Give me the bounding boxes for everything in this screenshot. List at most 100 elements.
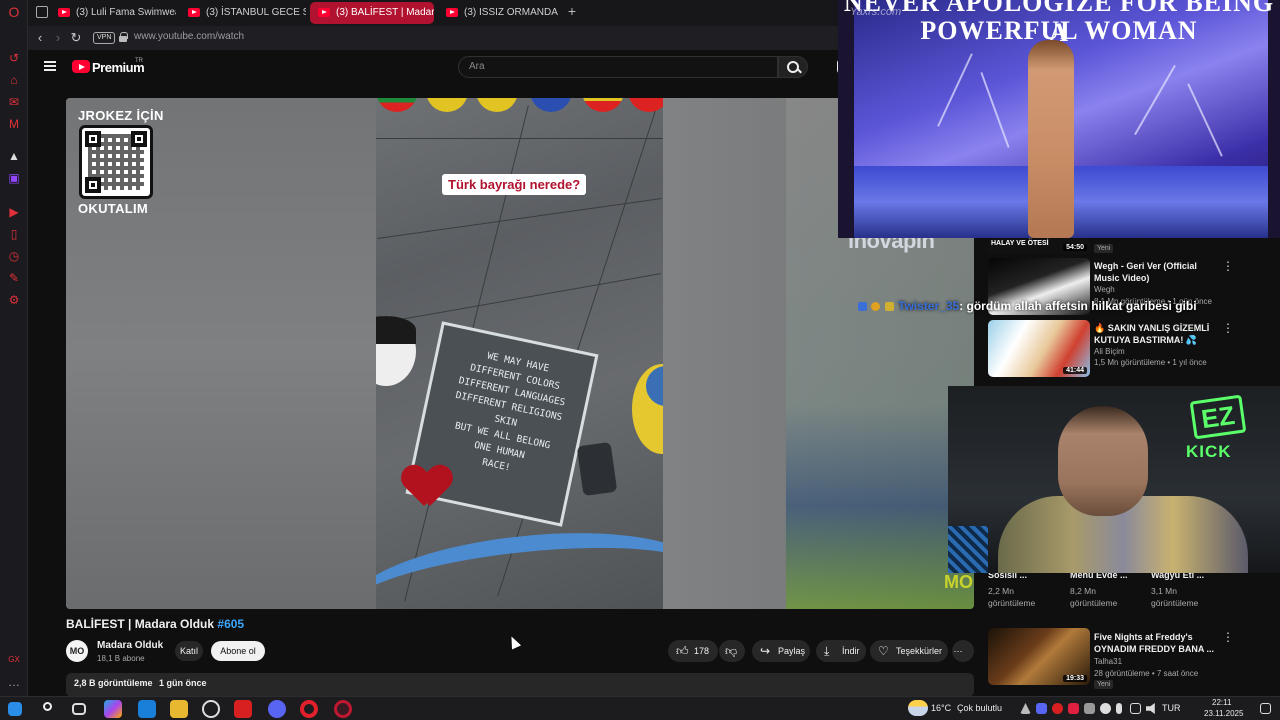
opera-logo-icon[interactable]: O: [6, 4, 22, 20]
suggestion-title[interactable]: 🔥 SAKIN YANLIŞ GİZEMLİ KUTUYA BASTIRMA! …: [1094, 322, 1214, 346]
suggestion-title[interactable]: Wegh - Geri Ver (Official Music Video): [1094, 260, 1214, 284]
dislike-button[interactable]: 👎︎: [719, 640, 745, 662]
tab-istanbul-gece[interactable]: (3) İSTANBUL GECE SOK: [180, 2, 306, 24]
clock-date[interactable]: 23.11.2025: [1204, 709, 1243, 718]
channel-name[interactable]: Madara Olduk: [97, 640, 163, 651]
sidebar-gx-icon[interactable]: GX: [6, 652, 22, 668]
chat-message: Twister_35: gördüm allah affetsin hilkat…: [858, 299, 1197, 313]
youtube-logo-icon[interactable]: [72, 60, 90, 73]
tab-issiz-ormanda[interactable]: (3) ISSIZ ORMANDA BİR G: [438, 2, 560, 24]
tray-app-icon[interactable]: [1100, 703, 1111, 714]
forward-icon[interactable]: ›: [50, 30, 66, 46]
like-button[interactable]: 👍︎ 178: [668, 640, 718, 662]
share-button[interactable]: ↪ Paylaş: [752, 640, 810, 662]
download-button[interactable]: ⤓ İndir: [816, 640, 866, 662]
download-label: İndir: [842, 646, 860, 656]
search-icon[interactable]: [40, 700, 58, 718]
tray-app-icon[interactable]: [1052, 703, 1063, 714]
suggestion-title[interactable]: Five Nights at Freddy's OYNADIM FREDDY B…: [1094, 631, 1214, 655]
video-title: BALİFEST | Madara Olduk #605: [66, 617, 244, 631]
sidebar-history-icon[interactable]: ◷: [6, 248, 22, 264]
sidebar-settings-icon[interactable]: ⚙: [6, 292, 22, 308]
suggestion-channel[interactable]: Talha31: [1094, 657, 1122, 666]
tab-menu-icon[interactable]: [36, 6, 48, 18]
join-button[interactable]: Katıl: [175, 641, 203, 661]
weather-temp[interactable]: 16°C: [931, 703, 951, 713]
clock-time[interactable]: 22:11: [1212, 698, 1231, 707]
reload-icon[interactable]: ↻: [68, 30, 84, 46]
back-icon[interactable]: ‹: [32, 30, 48, 46]
url-field[interactable]: www.youtube.com/watch: [134, 31, 244, 42]
thanks-button[interactable]: ♡ Teşekkürler: [870, 640, 948, 662]
tray-expand-icon[interactable]: [1020, 703, 1031, 714]
flag-chalk: [426, 98, 468, 112]
sidebar-twitch-icon[interactable]: ▣: [6, 170, 22, 186]
suggestion-thumb[interactable]: 19:33: [988, 628, 1090, 685]
obs-icon[interactable]: [202, 700, 220, 718]
runway-model: [1028, 40, 1074, 238]
description-box[interactable]: 2,8 B görüntüleme 1 gün önce: [66, 673, 974, 697]
microphone-icon[interactable]: [1116, 703, 1122, 714]
sidebar-extension-icon[interactable]: ✎: [6, 270, 22, 286]
tray-app-icon[interactable]: [1068, 703, 1079, 714]
lock-icon[interactable]: [119, 32, 128, 42]
tray-discord-icon[interactable]: [1036, 703, 1047, 714]
keyboard-language[interactable]: TUR: [1162, 703, 1181, 713]
tab-balifest[interactable]: (3) BALİFEST | Madar: [310, 2, 434, 24]
taskbar: 16°C Çok bulutlu TUR 22:11 23.11.2025: [0, 696, 1280, 720]
outlook-icon[interactable]: [138, 700, 156, 718]
suggestion-thumb[interactable]: 41:44: [988, 320, 1090, 377]
flag-chalk: [476, 98, 518, 112]
more-vert-icon[interactable]: ⋮: [1222, 322, 1234, 334]
youtube-favicon-icon: [58, 8, 70, 17]
tray-app-icon[interactable]: [1084, 703, 1095, 714]
windows-start-icon[interactable]: [8, 702, 22, 716]
suggestion-channel[interactable]: Ali Biçim: [1094, 347, 1125, 356]
tab-label: (3) ISSIZ ORMANDA BİR G: [464, 7, 560, 18]
discord-icon[interactable]: [268, 700, 286, 718]
weather-icon[interactable]: [908, 700, 928, 716]
thumb-down-icon: 👎︎: [725, 644, 738, 658]
sidebar-arrow-icon[interactable]: ▲: [6, 148, 22, 164]
blue-chalk-arc: [376, 517, 663, 609]
task-view-icon[interactable]: [72, 703, 86, 715]
subscribe-button[interactable]: Abone ol: [211, 641, 265, 661]
file-explorer-icon[interactable]: [170, 700, 188, 718]
overlay-watermark: Yaxrs.com: [850, 6, 902, 18]
sidebar-m-icon[interactable]: M: [6, 116, 22, 132]
video-hashtag[interactable]: #605: [217, 617, 244, 631]
opera-icon[interactable]: [300, 700, 318, 718]
suggestion-channel[interactable]: Wegh: [1094, 285, 1115, 294]
sidebar-more-icon[interactable]: …: [6, 674, 22, 690]
suggestion-thumb[interactable]: HALAY VE ÖTESİ 54:50: [988, 238, 1090, 254]
tab-luli-fama[interactable]: (3) Luli Fama Swimwear F: [50, 2, 176, 24]
vpn-badge[interactable]: VPN: [93, 32, 116, 44]
sidebar-messenger-icon[interactable]: ✉: [6, 94, 22, 110]
video-title-text: BALİFEST | Madara Olduk: [66, 617, 215, 631]
more-vert-icon[interactable]: ⋮: [1222, 260, 1234, 272]
volume-icon[interactable]: [1146, 703, 1155, 714]
sidebar-speed-dial-icon[interactable]: ↺: [6, 50, 22, 66]
duration: 41:44: [1063, 367, 1087, 374]
new-tab-button[interactable]: +: [565, 4, 579, 18]
view-count: 2,8 B görüntüleme: [74, 678, 153, 688]
lightning-bolt: [1187, 83, 1223, 157]
heart-icon: [404, 466, 450, 508]
opera-gx-icon[interactable]: [334, 700, 352, 718]
search-icon[interactable]: [778, 56, 808, 78]
copilot-icon[interactable]: [104, 700, 122, 718]
game-app-icon[interactable]: [234, 700, 252, 718]
sidebar-bag-icon[interactable]: ⌂: [6, 72, 22, 88]
menu-icon[interactable]: [44, 61, 56, 71]
sidebar-bookmark-icon[interactable]: ▯: [6, 226, 22, 242]
weather-desc[interactable]: Çok bulutlu: [957, 703, 1002, 713]
sidebar-play-icon[interactable]: ▶: [6, 204, 22, 220]
channel-avatar[interactable]: MO: [66, 640, 88, 662]
search-input[interactable]: Ara: [458, 56, 778, 78]
notification-icon[interactable]: [1260, 703, 1271, 714]
channel-watermark[interactable]: MO: [944, 572, 973, 593]
lightning-bolt: [980, 72, 1010, 148]
more-vert-icon[interactable]: ⋮: [1222, 631, 1234, 643]
more-actions-button[interactable]: ⋯: [952, 640, 974, 662]
network-icon[interactable]: [1130, 703, 1141, 714]
